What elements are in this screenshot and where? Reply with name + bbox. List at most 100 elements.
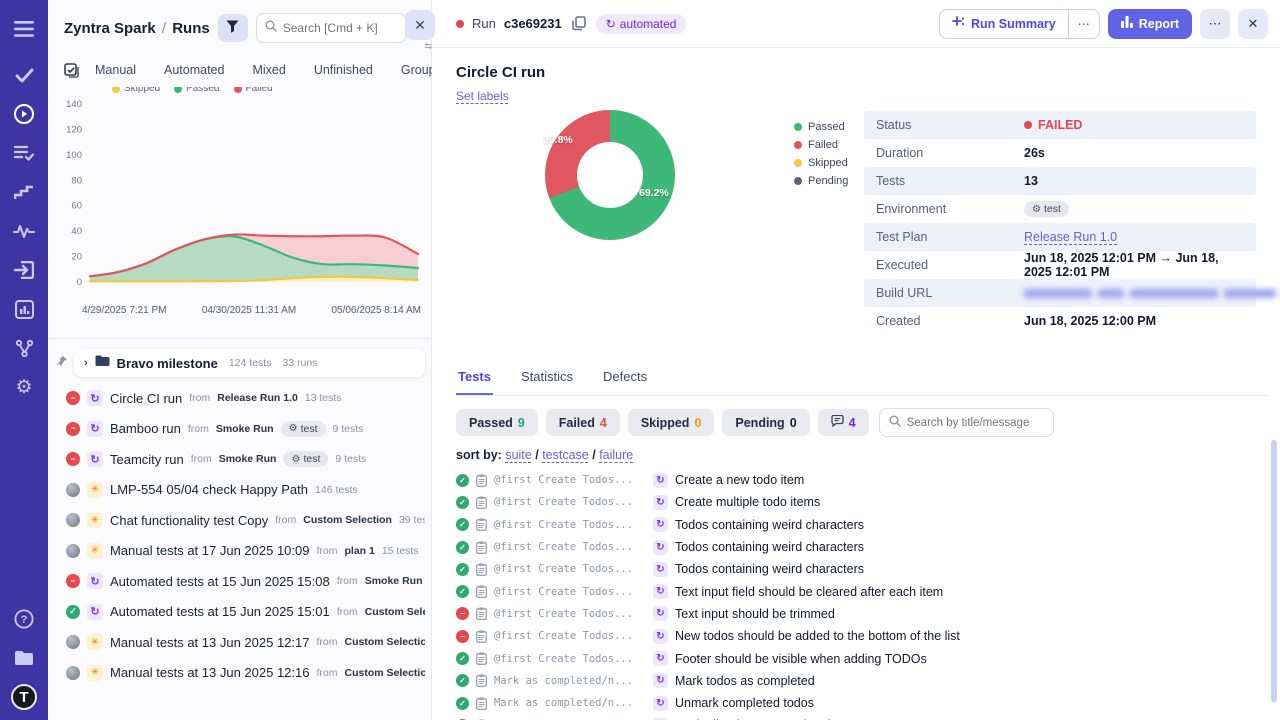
- close-detail-button[interactable]: ✕: [1238, 9, 1268, 39]
- run-row-manual-13-jun-1217[interactable]: ✳ Manual tests at 13 Jun 2025 12:17 from…: [56, 627, 425, 658]
- run-summary-button[interactable]: Run Summary: [940, 10, 1068, 38]
- run-row-circle-ci[interactable]: − ↻ Circle CI run from Release Run 1.0 1…: [56, 383, 425, 414]
- settings-gear-icon[interactable]: ⚙: [0, 370, 48, 404]
- folder-bravo-milestone[interactable]: › Bravo milestone 124 tests 33 runs: [74, 349, 425, 377]
- app-logo[interactable]: T: [0, 680, 48, 714]
- test-suite-name: Mark as completed/n...: [494, 697, 646, 709]
- test-suite-name: @first Create Todos...: [494, 474, 646, 486]
- environment-tag: ⚙test: [283, 451, 328, 467]
- clipboard-icon: [476, 585, 487, 598]
- gear-icon: ⚙: [1032, 204, 1041, 215]
- run-row-lmp-554[interactable]: ✳ LMP-554 05/04 check Happy Path 146 tes…: [56, 475, 425, 506]
- test-plan-link[interactable]: Release Run 1.0: [1024, 230, 1117, 244]
- copy-run-id-button[interactable]: [570, 14, 588, 33]
- test-title: Create multiple todo items: [675, 495, 820, 509]
- chevron-right-icon[interactable]: ›: [84, 357, 88, 369]
- run-summary-split-button: Run Summary ⋯: [939, 9, 1100, 39]
- run-list: › Bravo milestone 124 tests 33 runs − ↻ …: [48, 349, 431, 688]
- test-row[interactable]: ✓ @first Create Todos... ↻ Footer should…: [456, 647, 1268, 669]
- projects-folder-icon[interactable]: [0, 641, 48, 675]
- analytics-icon[interactable]: [0, 292, 48, 326]
- test-row[interactable]: ✓ Mark as completed/n... ↻ Mark todos as…: [456, 670, 1268, 692]
- tab-defects[interactable]: Defects: [601, 363, 649, 395]
- sort-by-failure-link[interactable]: failure: [599, 448, 633, 462]
- run-row-manual-13-jun-1216[interactable]: ✳ Manual tests at 13 Jun 2025 12:16 from…: [56, 658, 425, 689]
- test-row[interactable]: − @first Create Todos... ↻ New todos sho…: [456, 625, 1268, 647]
- test-status-icon: −: [456, 630, 469, 643]
- breadcrumb[interactable]: Zyntra Spark / Runs: [64, 20, 210, 37]
- run-row-teamcity[interactable]: − ↻ Teamcity run from Smoke Run ⚙test 9 …: [56, 444, 425, 475]
- sort-by-testcase-link[interactable]: testcase: [542, 448, 589, 462]
- test-plans-icon[interactable]: [0, 136, 48, 170]
- runs-search-input[interactable]: [283, 21, 393, 35]
- filter-pending-button[interactable]: Pending0: [722, 409, 809, 436]
- filter-funnel-button[interactable]: [218, 14, 248, 42]
- test-row[interactable]: ✓ @first Create Todos... ↻ Todos contain…: [456, 536, 1268, 558]
- skipped-dot: [794, 159, 802, 167]
- test-row[interactable]: ✓ @first Create Todos... ↻ Create a new …: [456, 469, 1268, 491]
- test-row[interactable]: ✓ @first Create Todos... ↻ Text input fi…: [456, 580, 1268, 602]
- environment-tag: ⚙test: [281, 421, 326, 437]
- test-status-icon: ✓: [456, 697, 469, 710]
- detail-tabs: Tests Statistics Defects: [456, 363, 1268, 396]
- tests-check-icon[interactable]: [0, 58, 48, 92]
- tab-tests[interactable]: Tests: [456, 363, 493, 395]
- test-row[interactable]: − @first Create Todos... ↻ Text input sh…: [456, 603, 1268, 625]
- info-row-test-plan: Test Plan Release Run 1.0: [864, 223, 1256, 251]
- build-url-redacted[interactable]: [1024, 289, 1280, 298]
- manual-icon: ✳: [87, 512, 103, 528]
- runs-play-icon[interactable]: [0, 97, 48, 131]
- run-row-manual-17-jun[interactable]: ✳ Manual tests at 17 Jun 2025 10:09 from…: [56, 536, 425, 567]
- test-title: Todos containing weird characters: [675, 562, 864, 576]
- run-row-automated-15-01[interactable]: ✓ ↻ Automated tests at 15 Jun 2025 15:01…: [56, 597, 425, 628]
- automated-icon: ↻: [653, 673, 668, 688]
- page-title: Runs: [172, 20, 210, 37]
- help-icon[interactable]: ?: [0, 602, 48, 636]
- filter-failed-button[interactable]: Failed4: [546, 409, 620, 436]
- tab-statistics[interactable]: Statistics: [519, 363, 575, 395]
- project-name[interactable]: Zyntra Spark: [64, 20, 156, 37]
- run-row-chat-functionality[interactable]: ✳ Chat functionality test Copy from Cust…: [56, 505, 425, 536]
- test-title: New todos should be added to the bottom …: [675, 629, 960, 643]
- run-summary-more-button[interactable]: ⋯: [1068, 10, 1099, 38]
- tab-mixed[interactable]: Mixed: [238, 59, 299, 81]
- run-detail-title: Circle CI run: [456, 64, 1268, 81]
- select-all-icon[interactable]: [64, 63, 79, 78]
- pin-icon[interactable]: [56, 354, 68, 372]
- tab-manual[interactable]: Manual: [81, 59, 150, 81]
- automated-icon: ↻: [653, 473, 668, 488]
- test-row[interactable]: ✓ Mark as completed/n... ↻ Unmark comple…: [456, 692, 1268, 714]
- test-row[interactable]: ✓ @first Create Todos... ↻ Todos contain…: [456, 558, 1268, 580]
- import-icon[interactable]: [0, 253, 48, 287]
- automated-icon: ↻: [653, 651, 668, 666]
- panel-resize-icon[interactable]: ⇆: [424, 41, 431, 52]
- steps-icon[interactable]: [0, 175, 48, 209]
- runs-search[interactable]: [256, 13, 406, 43]
- panel-close-button[interactable]: ✕: [405, 10, 435, 40]
- filter-comments-button[interactable]: 4: [818, 409, 869, 436]
- test-search-input[interactable]: [907, 417, 1047, 429]
- hamburger-menu-icon[interactable]: [0, 12, 48, 46]
- clipboard-icon: [476, 541, 487, 554]
- set-labels-link[interactable]: Set labels: [456, 89, 509, 103]
- test-title: Footer should be visible when adding TOD…: [675, 652, 927, 666]
- tab-unfinished[interactable]: Unfinished: [300, 59, 387, 81]
- sort-by-suite-link[interactable]: suite: [505, 448, 531, 462]
- pulse-activity-icon[interactable]: [0, 214, 48, 248]
- filter-skipped-button[interactable]: Skipped0: [628, 409, 715, 436]
- filter-passed-button[interactable]: Passed9: [456, 409, 538, 436]
- test-status-icon: ✓: [456, 474, 469, 487]
- tab-automated[interactable]: Automated: [150, 59, 238, 81]
- test-search[interactable]: [879, 408, 1054, 437]
- test-row[interactable]: − Mark as completed/n... ↻ Mark all todo…: [456, 714, 1268, 720]
- run-row-bamboo[interactable]: − ↻ Bamboo run from Smoke Run ⚙test 9 te…: [56, 414, 425, 445]
- test-row[interactable]: ✓ @first Create Todos... ↻ Create multip…: [456, 491, 1268, 513]
- automated-icon: ↻: [653, 540, 668, 555]
- scrollbar-thumb[interactable]: [1271, 440, 1277, 702]
- more-actions-button[interactable]: ⋯: [1200, 9, 1230, 39]
- report-button[interactable]: Report: [1108, 9, 1192, 39]
- run-row-automated-15-08[interactable]: − ↻ Automated tests at 15 Jun 2025 15:08…: [56, 566, 425, 597]
- branches-icon[interactable]: [0, 331, 48, 365]
- folder-runs-count: 33 runs: [282, 357, 317, 369]
- test-row[interactable]: ✓ @first Create Todos... ↻ Todos contain…: [456, 514, 1268, 536]
